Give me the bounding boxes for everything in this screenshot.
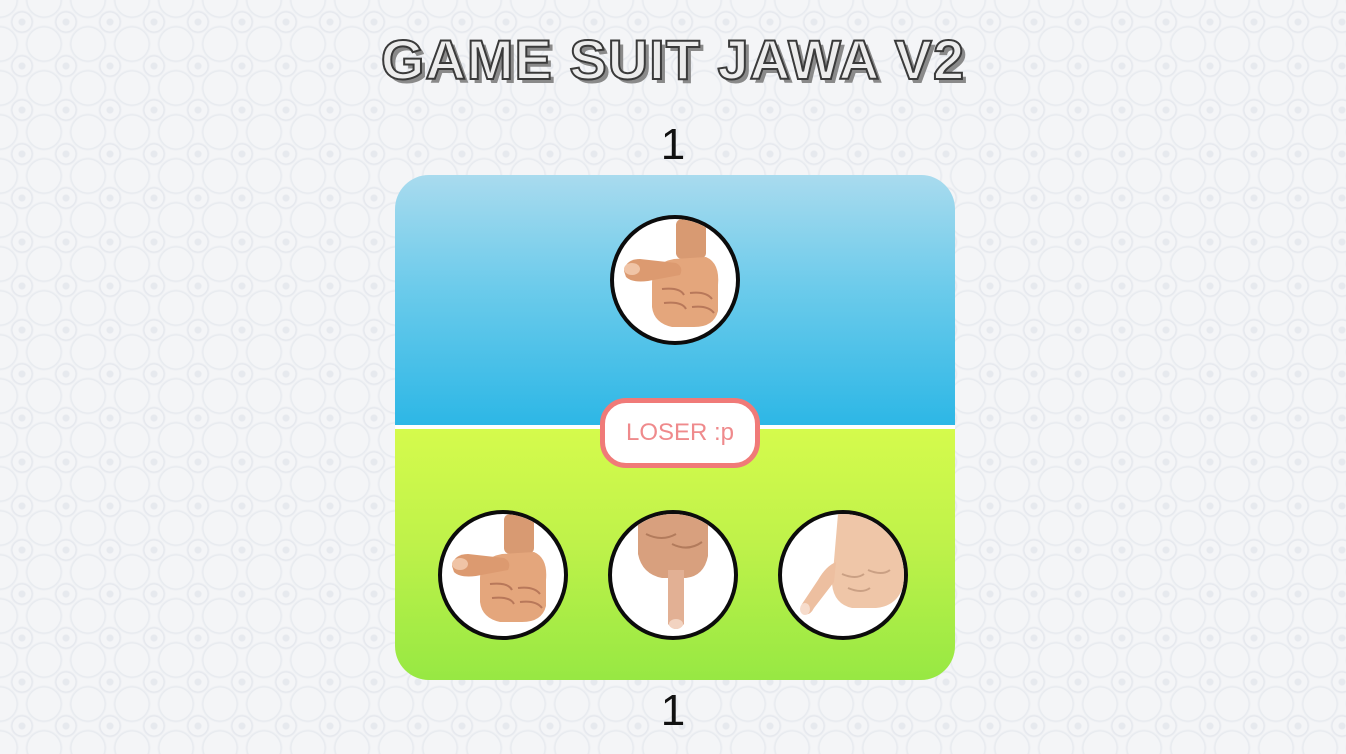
computer-score: 1 [660,120,686,169]
index-finger-icon [638,514,708,629]
choice-pinky-finger-button[interactable] [778,510,908,640]
player-score: 1 [660,686,686,735]
choice-thumb-button[interactable] [438,510,568,640]
pinky-finger-icon [800,514,904,615]
computer-choice [610,215,740,345]
choice-index-finger-button[interactable] [608,510,738,640]
thumb-icon [452,514,547,622]
game-title: GAME SUIT JAWA V2 [380,27,966,92]
thumb-icon [624,219,719,327]
result-badge: LOSER :p [600,398,760,468]
